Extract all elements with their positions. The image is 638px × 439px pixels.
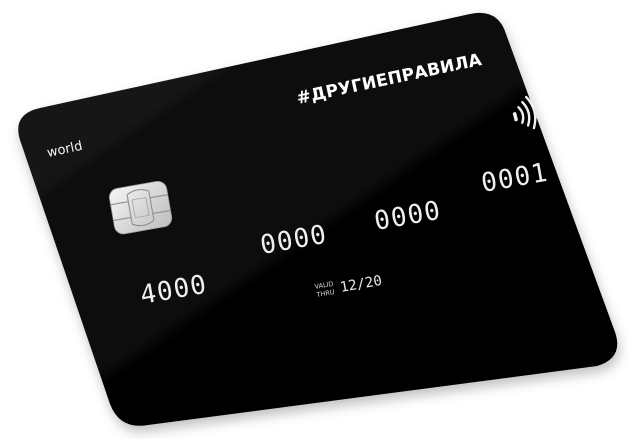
emv-chip-icon xyxy=(109,180,173,235)
card-scene: #ДРУГИЕПРАВИЛА world 4000 0000 0000 0001… xyxy=(0,0,638,439)
card-body xyxy=(18,12,618,426)
bank-card-illustration: #ДРУГИЕПРАВИЛА world 4000 0000 0000 0001… xyxy=(18,12,618,426)
